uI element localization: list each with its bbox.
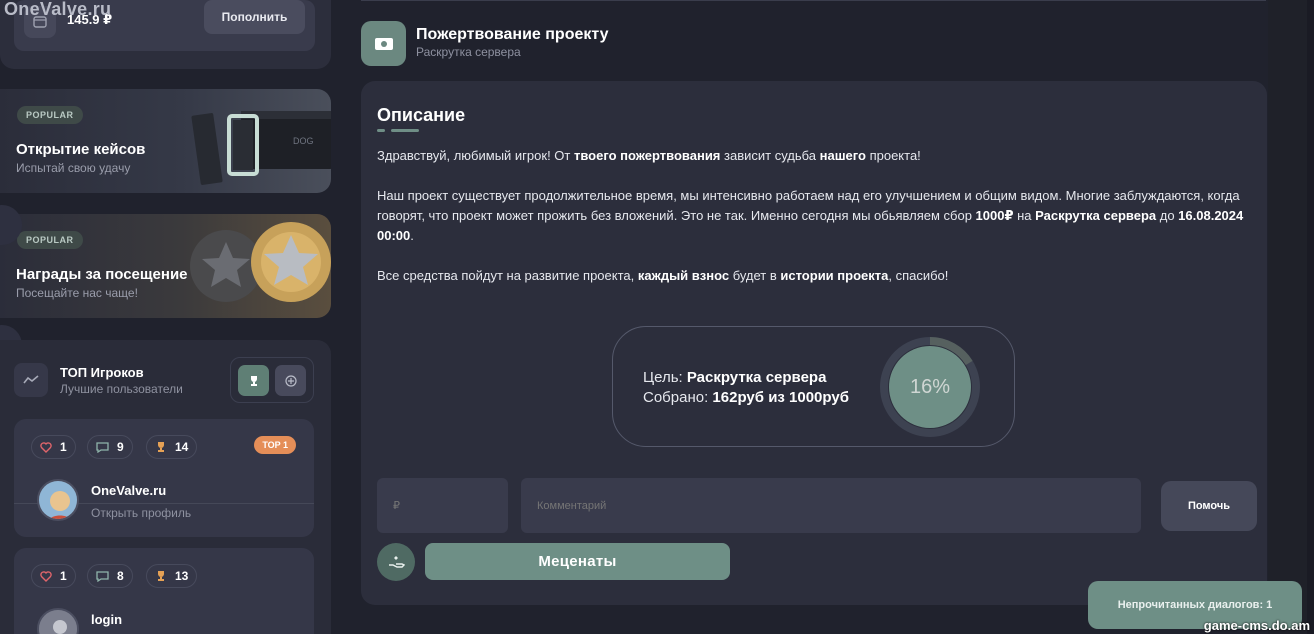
- player-card[interactable]: 1 9 14 TOP 1 OneValve.ru Открыть профиль: [14, 419, 314, 537]
- trophies-count: 14: [175, 440, 189, 454]
- likes-stat: 1: [31, 564, 76, 588]
- likes-count: 1: [60, 569, 67, 583]
- right-decoration: [1268, 0, 1308, 634]
- popular-badge: POPULAR: [17, 231, 83, 249]
- page-subtitle: Раскрутка сервера: [416, 45, 521, 59]
- topup-button[interactable]: Пополнить: [204, 0, 305, 34]
- trophies-stat: 14: [146, 435, 198, 459]
- comment-icon: [96, 570, 109, 582]
- amount-input[interactable]: [377, 478, 508, 533]
- comments-count: 9: [117, 440, 124, 454]
- page-scrollbar[interactable]: [1307, 0, 1314, 634]
- promo-title: Награды за посещение: [16, 266, 188, 283]
- description-paragraph: Наш проект существует продолжительное вр…: [377, 188, 1244, 243]
- promo-cases-card[interactable]: DOG POPULAR Открытие кейсов Испытай свою…: [0, 89, 331, 193]
- player-name[interactable]: OneValve.ru: [91, 483, 166, 498]
- watermark-bottom: game-cms.do.am: [1203, 618, 1310, 633]
- comment-input[interactable]: [521, 478, 1141, 533]
- donation-panel: Описание Здравствуй, любимый игрок! От т…: [361, 81, 1267, 605]
- promo-rewards-card[interactable]: POPULAR Награды за посещение Посещайте н…: [0, 214, 331, 318]
- player-card[interactable]: 1 8 13 login: [14, 548, 314, 634]
- top-players-filter: [230, 357, 314, 403]
- title-underline: [391, 129, 419, 132]
- heart-icon: [40, 441, 52, 453]
- trophies-stat: 13: [146, 564, 198, 588]
- likes-stat: 1: [31, 435, 76, 459]
- comments-count: 8: [117, 569, 124, 583]
- description-paragraph: Все средства пойдут на развитие проекта,…: [377, 268, 949, 283]
- heart-icon: [40, 570, 52, 582]
- page-root: 145.9 ₽ Пополнить OneValve.ru DOG POPULA…: [0, 0, 1314, 634]
- avatar[interactable]: [37, 608, 79, 634]
- description-paragraph: Здравствуй, любимый игрок! От твоего пож…: [377, 148, 921, 163]
- trophy-icon: [158, 571, 164, 581]
- top-players-title: ТОП Игроков: [60, 365, 144, 380]
- svg-text:DOG: DOG: [293, 136, 314, 146]
- rank-badge: TOP 1: [254, 436, 296, 454]
- title-underline: [377, 129, 385, 132]
- avatar[interactable]: [37, 479, 79, 521]
- description-text: Здравствуй, любимый игрок! От твоего пож…: [377, 146, 1257, 306]
- trophy-filter-button[interactable]: [238, 365, 269, 396]
- watermark-top: OneValve.ru: [4, 0, 112, 19]
- promo-subtitle: Испытай свою удачу: [16, 161, 131, 175]
- promo-title: Открытие кейсов: [16, 141, 146, 158]
- cash-icon: [361, 21, 406, 66]
- progress-percent: 16%: [909, 375, 951, 398]
- top-players-subtitle: Лучшие пользователи: [60, 382, 183, 396]
- comments-stat: 9: [87, 435, 133, 459]
- help-button[interactable]: Помочь: [1161, 481, 1257, 531]
- goal-line: Цель: Раскрутка сервера: [643, 369, 827, 386]
- open-profile-link[interactable]: Открыть профиль: [91, 506, 191, 520]
- popular-badge: POPULAR: [17, 106, 83, 124]
- promo-subtitle: Посещайте нас чаще!: [16, 286, 138, 300]
- comments-stat: 8: [87, 564, 133, 588]
- likes-count: 1: [60, 440, 67, 454]
- plus-filter-button[interactable]: [275, 365, 306, 396]
- player-name[interactable]: login: [91, 612, 122, 627]
- donate-hand-icon: [377, 543, 415, 581]
- chart-line-icon: [14, 363, 48, 397]
- collected-line: Собрано: 162руб из 1000руб: [643, 389, 849, 406]
- case-box-image: DOG: [191, 111, 331, 185]
- description-title: Описание: [377, 105, 466, 125]
- trophy-icon: [158, 442, 164, 452]
- plus-circle-icon: [284, 374, 297, 387]
- goal-box: Цель: Раскрутка сервера Собрано: 162руб …: [612, 326, 1015, 447]
- page-title: Пожертвование проекту: [416, 26, 609, 43]
- trophy-icon: [250, 375, 257, 386]
- trophies-count: 13: [175, 569, 189, 583]
- patrons-button[interactable]: Меценаты: [425, 543, 730, 580]
- medal-stars-image: [190, 222, 331, 302]
- comment-icon: [96, 441, 109, 453]
- top-divider: [361, 0, 1266, 1]
